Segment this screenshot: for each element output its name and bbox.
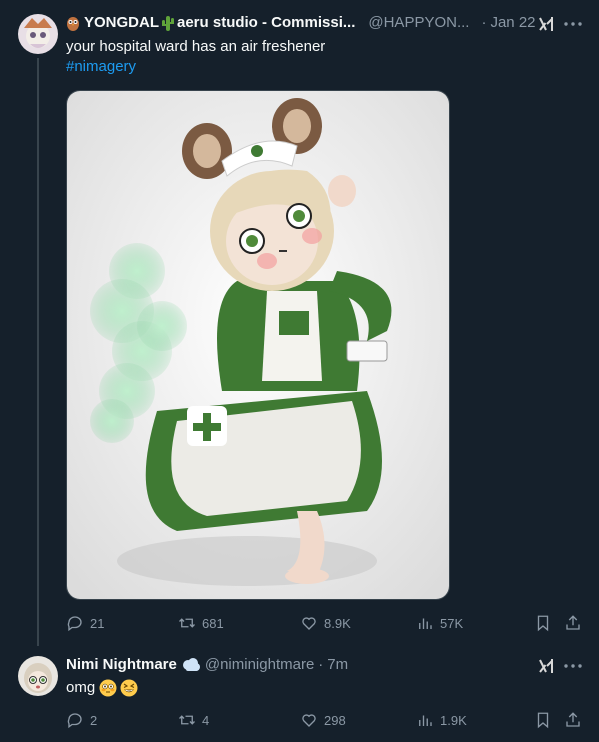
- reply-author-handle[interactable]: @niminightmare: [205, 655, 314, 675]
- tweet1-header: YONGDAL aeru studio - Commissi... @HAPPY…: [66, 13, 586, 33]
- reply-grok-icon[interactable]: [537, 656, 557, 676]
- tweet1-hashtag[interactable]: #nimagery: [66, 57, 136, 77]
- share-icon: [566, 712, 580, 727]
- reply2-reply-button[interactable]: 2: [66, 710, 97, 730]
- tweet2-actions: 2 4 298 1.9K: [66, 710, 586, 730]
- reply-count: 21: [90, 615, 105, 631]
- tweet2-text-row: omg: [66, 678, 138, 698]
- reply-author-name[interactable]: Nimi Nightmare: [66, 655, 177, 675]
- reply2-views-button[interactable]: 1.9K: [416, 710, 467, 730]
- owl-emoji-icon: [66, 15, 80, 31]
- bookmark-button[interactable]: [534, 613, 552, 633]
- dot-separator: ·: [481, 14, 487, 31]
- laughing-emoji-icon: [120, 679, 138, 697]
- reply-icon: [67, 713, 82, 729]
- more-icon[interactable]: [562, 14, 584, 34]
- like-icon: [302, 617, 316, 630]
- like-count: 8.9K: [324, 615, 351, 631]
- share-button[interactable]: [564, 613, 582, 633]
- views-icon: [419, 618, 432, 629]
- tweet2-header: Nimi Nightmare @niminightmare · 7m: [66, 655, 526, 675]
- reply-author-avatar[interactable]: [18, 656, 58, 696]
- author-name-suffix[interactable]: aeru studio - Commissi...: [177, 13, 355, 33]
- reply2-retweet-count: 4: [202, 712, 210, 728]
- views-icon: [419, 715, 432, 726]
- reply-date[interactable]: 7m: [327, 655, 348, 675]
- reply-icon: [67, 616, 82, 632]
- cactus-emoji-icon: [161, 15, 175, 31]
- retweet-icon: [179, 618, 195, 628]
- tweet2-text: omg: [66, 679, 96, 696]
- views-button[interactable]: 57K: [416, 613, 463, 633]
- reply2-like-count: 298: [324, 712, 346, 728]
- reply2-views-count: 1.9K: [440, 712, 467, 728]
- tweet-image[interactable]: [66, 90, 450, 600]
- tweet-date[interactable]: Jan 22: [490, 13, 535, 33]
- reply2-retweet-button[interactable]: 4: [178, 710, 209, 730]
- author-name-prefix[interactable]: YONGDAL: [84, 13, 159, 33]
- grok-icon[interactable]: [537, 14, 557, 34]
- share-icon: [566, 615, 580, 630]
- reply2-reply-count: 2: [90, 712, 98, 728]
- bookmark-icon: [537, 712, 549, 729]
- retweet-button[interactable]: 681: [178, 613, 224, 633]
- tweet1-actions: 21 681 8.9K 57K: [66, 613, 586, 633]
- retweet-icon: [179, 715, 195, 725]
- flushed-emoji-icon: [99, 679, 117, 697]
- reply-button[interactable]: 21: [66, 613, 104, 633]
- author-handle[interactable]: @HAPPYON...: [368, 13, 469, 33]
- reply2-share-button[interactable]: [564, 710, 582, 730]
- retweet-count: 681: [202, 615, 224, 631]
- reply2-bookmark-button[interactable]: [534, 710, 552, 730]
- reply2-like-button[interactable]: 298: [300, 710, 346, 730]
- nurse-illustration: [67, 91, 449, 599]
- author-avatar[interactable]: [18, 14, 58, 54]
- views-count: 57K: [440, 615, 464, 631]
- thread-line: [37, 58, 39, 646]
- like-icon: [302, 714, 316, 727]
- reply-dot-separator: ·: [318, 656, 324, 673]
- tweet1-text: your hospital ward has an air freshener: [66, 38, 326, 55]
- bookmark-icon: [537, 615, 549, 632]
- verified-cloud-icon: [181, 657, 201, 673]
- like-button[interactable]: 8.9K: [300, 613, 351, 633]
- reply-more-icon[interactable]: [562, 656, 584, 676]
